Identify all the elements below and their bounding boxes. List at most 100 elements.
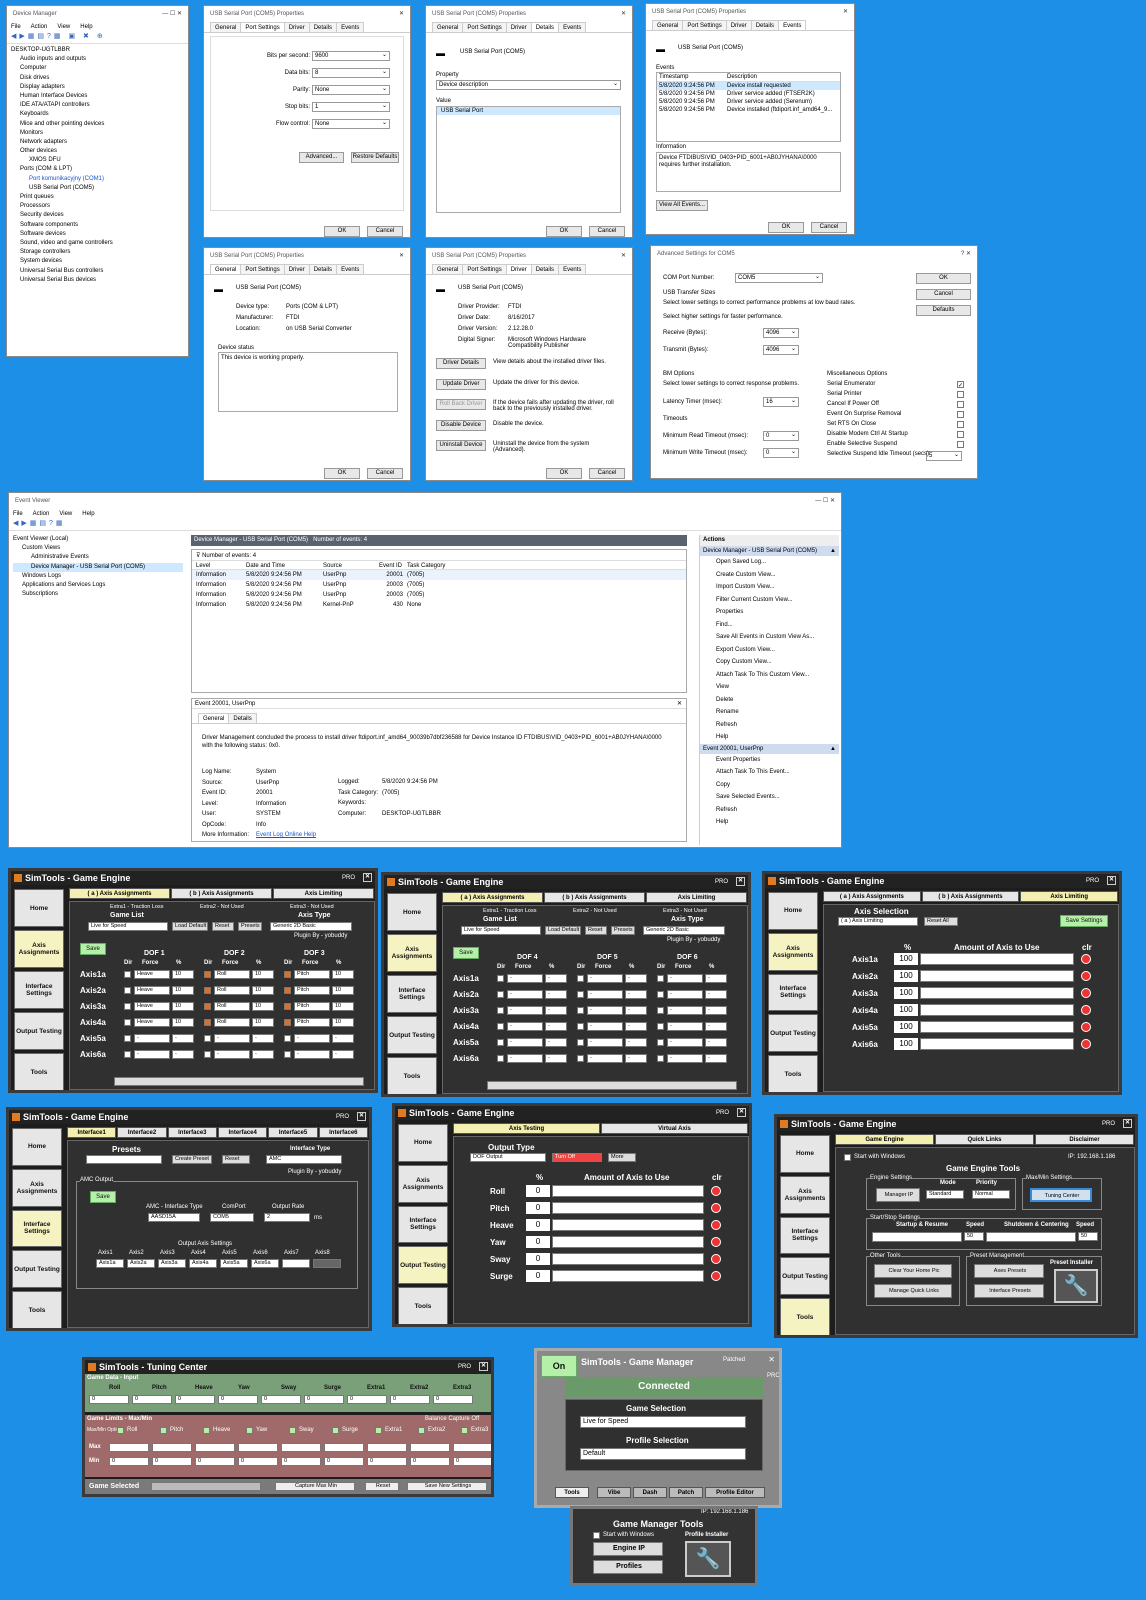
tab-0[interactable]: Axis Testing xyxy=(453,1123,600,1134)
tab-driver[interactable]: Driver xyxy=(725,20,752,30)
action-item[interactable]: Delete xyxy=(700,694,839,707)
dir-checkbox[interactable] xyxy=(284,1051,291,1058)
dir-checkbox[interactable] xyxy=(284,987,291,994)
limit-checkbox[interactable] xyxy=(160,1427,167,1434)
tab-general[interactable]: General xyxy=(210,22,242,32)
tab-port-settings[interactable]: Port Settings xyxy=(240,264,285,274)
col-timestamp[interactable]: Timestamp xyxy=(659,73,727,81)
cancel-button[interactable]: Cancel xyxy=(811,222,847,233)
save-button[interactable]: Save xyxy=(90,1191,116,1203)
tab-2[interactable]: Interface3 xyxy=(167,1127,217,1138)
grid-row[interactable]: Information 5/8/2020 9:24:56 PM Kernel-PnP… xyxy=(192,600,686,610)
percent-select[interactable]: - xyxy=(625,1054,647,1063)
max-value[interactable] xyxy=(367,1443,407,1452)
tab-0[interactable]: ( a ) Axis Assignments xyxy=(823,891,921,902)
force-select[interactable]: - xyxy=(507,990,543,999)
min-value[interactable]: 0 xyxy=(109,1457,149,1466)
force-select[interactable]: - xyxy=(294,1034,330,1043)
force-select[interactable]: - xyxy=(507,1054,543,1063)
tab-driver[interactable]: Driver xyxy=(283,22,310,32)
collapse-icon[interactable]: ▲ xyxy=(830,744,836,754)
restore-defaults-button[interactable]: Restore Defaults xyxy=(351,152,399,163)
tree-item[interactable]: Mice and other pointing devices xyxy=(11,120,188,129)
percent-select[interactable]: 10 xyxy=(252,970,274,979)
tree-item[interactable]: Monitors xyxy=(11,129,188,138)
horizontal-scrollbar[interactable] xyxy=(114,1077,364,1086)
percent-select[interactable]: - xyxy=(252,1050,274,1059)
tree-item[interactable]: Ports (COM & LPT) xyxy=(11,165,188,174)
dir-checkbox[interactable] xyxy=(124,1019,131,1026)
max-value[interactable] xyxy=(238,1443,278,1452)
force-select[interactable]: - xyxy=(667,990,703,999)
uninstall-device-button[interactable]: Uninstall Device xyxy=(436,440,486,451)
force-select[interactable]: - xyxy=(587,1006,623,1015)
tab-driver[interactable]: Driver xyxy=(505,264,532,274)
interface-type-select[interactable]: AMC xyxy=(266,1155,342,1164)
tab-general[interactable]: General xyxy=(198,713,230,723)
misc-option-checkbox[interactable] xyxy=(957,441,964,448)
tree-item[interactable]: Universal Serial Bus devices xyxy=(11,276,188,285)
wrench-icon[interactable]: 🔧 xyxy=(685,1541,731,1577)
tab-events[interactable]: Events xyxy=(336,264,365,274)
limit-checkbox[interactable] xyxy=(117,1427,124,1434)
min-value[interactable]: 0 xyxy=(152,1457,192,1466)
ok-button[interactable]: OK xyxy=(546,226,582,237)
percent-select[interactable]: 10 xyxy=(332,1018,354,1027)
action-item[interactable]: Create Custom View... xyxy=(700,569,839,582)
tab-details[interactable]: Details xyxy=(530,264,560,274)
tab-port-settings[interactable]: Port Settings xyxy=(462,264,507,274)
value-item[interactable]: USB Serial Port xyxy=(437,107,620,115)
menu-action[interactable]: Action xyxy=(33,511,50,517)
manager-ip-button[interactable]: Manager IP xyxy=(876,1188,920,1202)
tree-item[interactable]: Event Viewer (Local) xyxy=(13,535,183,544)
dir-checkbox[interactable] xyxy=(577,1039,584,1046)
action-item[interactable]: Attach Task To This Custom View... xyxy=(700,669,839,682)
setting-select[interactable]: None xyxy=(312,85,390,95)
close-icon[interactable]: ✕ xyxy=(736,877,745,886)
tree-item[interactable]: Device Manager - USB Serial Port (COM5) xyxy=(13,562,183,572)
limit-checkbox[interactable] xyxy=(246,1427,253,1434)
action-item[interactable]: Filter Current Custom View... xyxy=(700,594,839,607)
grid-row[interactable]: Information 5/8/2020 9:24:56 PM UserPnp 200… xyxy=(192,570,686,580)
tree-item[interactable]: Other devices xyxy=(11,147,188,156)
setting-select[interactable]: 1 xyxy=(312,102,390,112)
close-icon[interactable]: ✕ xyxy=(677,699,682,709)
percent-select[interactable]: - xyxy=(625,1006,647,1015)
start-windows-checkbox[interactable] xyxy=(844,1154,851,1161)
tab-1[interactable]: Interface2 xyxy=(117,1127,167,1138)
ok-button[interactable]: OK xyxy=(324,468,360,479)
tab-port-settings[interactable]: Port Settings xyxy=(462,22,507,32)
force-select[interactable]: - xyxy=(667,1022,703,1031)
tab-0[interactable]: ( a ) Axis Assignments xyxy=(69,888,170,899)
com-port-select[interactable]: COM5 xyxy=(735,273,823,283)
tree-item[interactable]: IDE ATA/ATAPI controllers xyxy=(11,101,188,110)
ok-button[interactable]: OK xyxy=(324,226,360,237)
percent-select[interactable]: - xyxy=(172,1050,194,1059)
percent-select[interactable]: - xyxy=(545,1022,567,1031)
percent-select[interactable]: - xyxy=(252,1034,274,1043)
manager-tab-1[interactable]: Vibe xyxy=(597,1487,631,1498)
tab-general[interactable]: General xyxy=(432,22,464,32)
dir-checkbox[interactable] xyxy=(497,1023,504,1030)
misc-option-checkbox[interactable] xyxy=(957,411,964,418)
percent-select[interactable]: 10 xyxy=(332,970,354,979)
axis-percent[interactable]: 100 xyxy=(894,1004,918,1016)
force-select[interactable]: - xyxy=(667,1054,703,1063)
dir-checkbox[interactable] xyxy=(124,987,131,994)
create-preset-button[interactable]: Create Preset xyxy=(172,1155,212,1164)
latency-select[interactable]: 16 xyxy=(763,397,799,407)
percent-select[interactable]: - xyxy=(705,974,727,983)
tab-details[interactable]: Details xyxy=(308,22,338,32)
tab-1[interactable]: ( b ) Axis Assignments xyxy=(921,891,1020,902)
percent-select[interactable]: - xyxy=(705,1022,727,1031)
percent-select[interactable]: 10 xyxy=(172,1018,194,1027)
force-select[interactable]: - xyxy=(667,1006,703,1015)
comport-select[interactable]: COM5 xyxy=(210,1213,254,1222)
clear-icon[interactable] xyxy=(711,1186,721,1196)
startup-slider[interactable] xyxy=(872,1232,962,1242)
tab-events[interactable]: Events xyxy=(336,22,365,32)
nav-output-testing[interactable]: Output Testing xyxy=(12,1250,62,1289)
min-write-select[interactable]: 0 xyxy=(763,448,799,458)
ok-button[interactable]: OK xyxy=(546,468,582,479)
nav-output-testing[interactable]: Output Testing xyxy=(398,1246,448,1285)
